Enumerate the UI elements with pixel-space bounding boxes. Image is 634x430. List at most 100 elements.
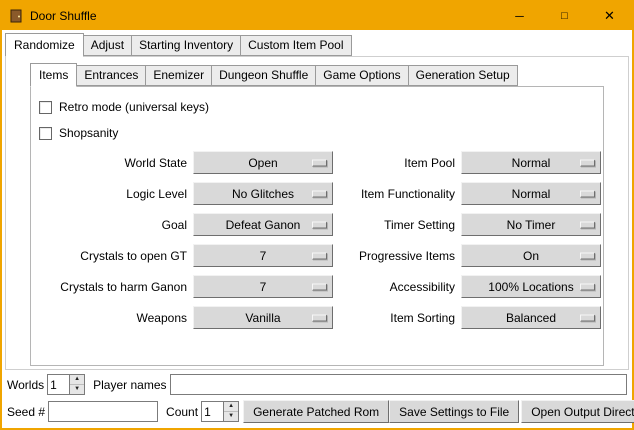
seed-label: Seed # [7, 405, 45, 419]
checkbox-box-icon[interactable] [39, 127, 52, 140]
dropdown-value: Balanced [506, 311, 556, 325]
count-spinner[interactable]: ▲ ▼ [201, 401, 239, 422]
menu-indicator-icon [312, 190, 327, 197]
spinner-buttons: ▲ ▼ [69, 375, 84, 394]
goal-label: Goal [37, 218, 187, 232]
menu-indicator-icon [580, 283, 595, 290]
menu-indicator-icon [580, 221, 595, 228]
item-functionality-dropdown[interactable]: Normal [461, 182, 601, 205]
app-icon[interactable] [8, 8, 24, 24]
worlds-row: Worlds ▲ ▼ Player names [7, 373, 627, 396]
menu-indicator-icon [312, 314, 327, 321]
crystals-harm-ganon-label: Crystals to harm Ganon [37, 280, 187, 294]
menu-indicator-icon [312, 159, 327, 166]
dropdown-value: 100% Locations [488, 280, 573, 294]
weapons-dropdown[interactable]: Vanilla [193, 306, 333, 329]
spin-down-icon[interactable]: ▼ [70, 385, 84, 394]
sub-tab-bar: Items Entrances Enemizer Dungeon Shuffle… [30, 63, 628, 86]
item-sorting-label: Item Sorting [339, 311, 455, 325]
timer-setting-dropdown[interactable]: No Timer [461, 213, 601, 236]
titlebar[interactable]: Door Shuffle ─ □ ✕ [2, 2, 632, 30]
items-pane: Retro mode (universal keys) Shopsanity W… [30, 86, 604, 366]
minimize-button[interactable]: ─ [497, 2, 542, 30]
dropdown-value: Defeat Ganon [226, 218, 301, 232]
worlds-spinner[interactable]: ▲ ▼ [47, 374, 85, 395]
subtab-enemizer[interactable]: Enemizer [145, 65, 212, 86]
dropdown-value: On [523, 249, 539, 263]
item-pool-label: Item Pool [339, 156, 455, 170]
count-input[interactable] [202, 402, 223, 421]
progressive-items-dropdown[interactable]: On [461, 244, 601, 267]
randomize-pane: Items Entrances Enemizer Dungeon Shuffle… [5, 56, 629, 370]
player-names-input[interactable] [170, 374, 628, 395]
world-state-dropdown[interactable]: Open [193, 151, 333, 174]
crystals-open-gt-label: Crystals to open GT [37, 249, 187, 263]
spin-up-icon[interactable]: ▲ [224, 402, 238, 412]
window-title: Door Shuffle [30, 9, 97, 23]
timer-setting-label: Timer Setting [339, 218, 455, 232]
tab-adjust[interactable]: Adjust [83, 35, 132, 56]
app-window: Door Shuffle ─ □ ✕ Randomize Adjust Star… [0, 0, 634, 430]
shopsanity-checkbox[interactable]: Shopsanity [39, 125, 603, 141]
save-settings-button[interactable]: Save Settings to File [389, 400, 519, 423]
seed-row: Seed # Count ▲ ▼ Generate Patched Rom Sa… [7, 400, 627, 423]
subtab-entrances[interactable]: Entrances [76, 65, 146, 86]
checkbox-box-icon[interactable] [39, 101, 52, 114]
menu-indicator-icon [580, 252, 595, 259]
menu-indicator-icon [312, 252, 327, 259]
crystals-open-gt-dropdown[interactable]: 7 [193, 244, 333, 267]
item-pool-dropdown[interactable]: Normal [461, 151, 601, 174]
crystals-harm-ganon-dropdown[interactable]: 7 [193, 275, 333, 298]
retro-mode-checkbox[interactable]: Retro mode (universal keys) [39, 99, 603, 115]
spin-up-icon[interactable]: ▲ [70, 375, 84, 385]
menu-indicator-icon [312, 221, 327, 228]
client-area: Randomize Adjust Starting Inventory Cust… [2, 30, 632, 428]
shopsanity-label: Shopsanity [59, 126, 118, 140]
menu-indicator-icon [580, 314, 595, 321]
dropdown-value: Open [248, 156, 277, 170]
goal-dropdown[interactable]: Defeat Ganon [193, 213, 333, 236]
retro-mode-label: Retro mode (universal keys) [59, 100, 209, 114]
spinner-buttons: ▲ ▼ [223, 402, 238, 421]
settings-grid: World State Open Item Pool Normal Logic … [37, 151, 603, 329]
dropdown-value: 7 [260, 249, 267, 263]
tab-custom-item-pool[interactable]: Custom Item Pool [240, 35, 351, 56]
progressive-items-label: Progressive Items [339, 249, 455, 263]
count-label: Count [166, 405, 198, 419]
player-names-label: Player names [93, 378, 166, 392]
menu-indicator-icon [312, 283, 327, 290]
item-sorting-dropdown[interactable]: Balanced [461, 306, 601, 329]
maximize-button[interactable]: □ [542, 2, 587, 30]
accessibility-label: Accessibility [339, 280, 455, 294]
spin-down-icon[interactable]: ▼ [224, 412, 238, 421]
logic-level-label: Logic Level [37, 187, 187, 201]
window-controls: ─ □ ✕ [497, 2, 632, 30]
worlds-input[interactable] [48, 375, 69, 394]
open-output-directory-button[interactable]: Open Output Directory [521, 400, 634, 423]
worlds-label: Worlds [7, 378, 44, 392]
logic-level-dropdown[interactable]: No Glitches [193, 182, 333, 205]
generate-patched-rom-button[interactable]: Generate Patched Rom [243, 400, 389, 423]
menu-indicator-icon [580, 159, 595, 166]
dropdown-value: 7 [260, 280, 267, 294]
weapons-label: Weapons [37, 311, 187, 325]
bottom-bar: Worlds ▲ ▼ Player names Seed # Count [2, 371, 632, 428]
close-button[interactable]: ✕ [587, 2, 632, 30]
subtab-game-options[interactable]: Game Options [315, 65, 408, 86]
tab-starting-inventory[interactable]: Starting Inventory [131, 35, 241, 56]
subtab-items[interactable]: Items [30, 63, 77, 87]
main-tab-bar: Randomize Adjust Starting Inventory Cust… [5, 33, 632, 56]
dropdown-value: Normal [512, 187, 551, 201]
subtab-dungeon-shuffle[interactable]: Dungeon Shuffle [211, 65, 316, 86]
accessibility-dropdown[interactable]: 100% Locations [461, 275, 601, 298]
menu-indicator-icon [580, 190, 595, 197]
world-state-label: World State [37, 156, 187, 170]
dropdown-value: No Glitches [232, 187, 294, 201]
door-icon [8, 8, 24, 24]
dropdown-value: No Timer [507, 218, 556, 232]
item-functionality-label: Item Functionality [339, 187, 455, 201]
dropdown-value: Normal [512, 156, 551, 170]
seed-input[interactable] [48, 401, 158, 422]
tab-randomize[interactable]: Randomize [5, 33, 84, 57]
subtab-generation-setup[interactable]: Generation Setup [408, 65, 518, 86]
